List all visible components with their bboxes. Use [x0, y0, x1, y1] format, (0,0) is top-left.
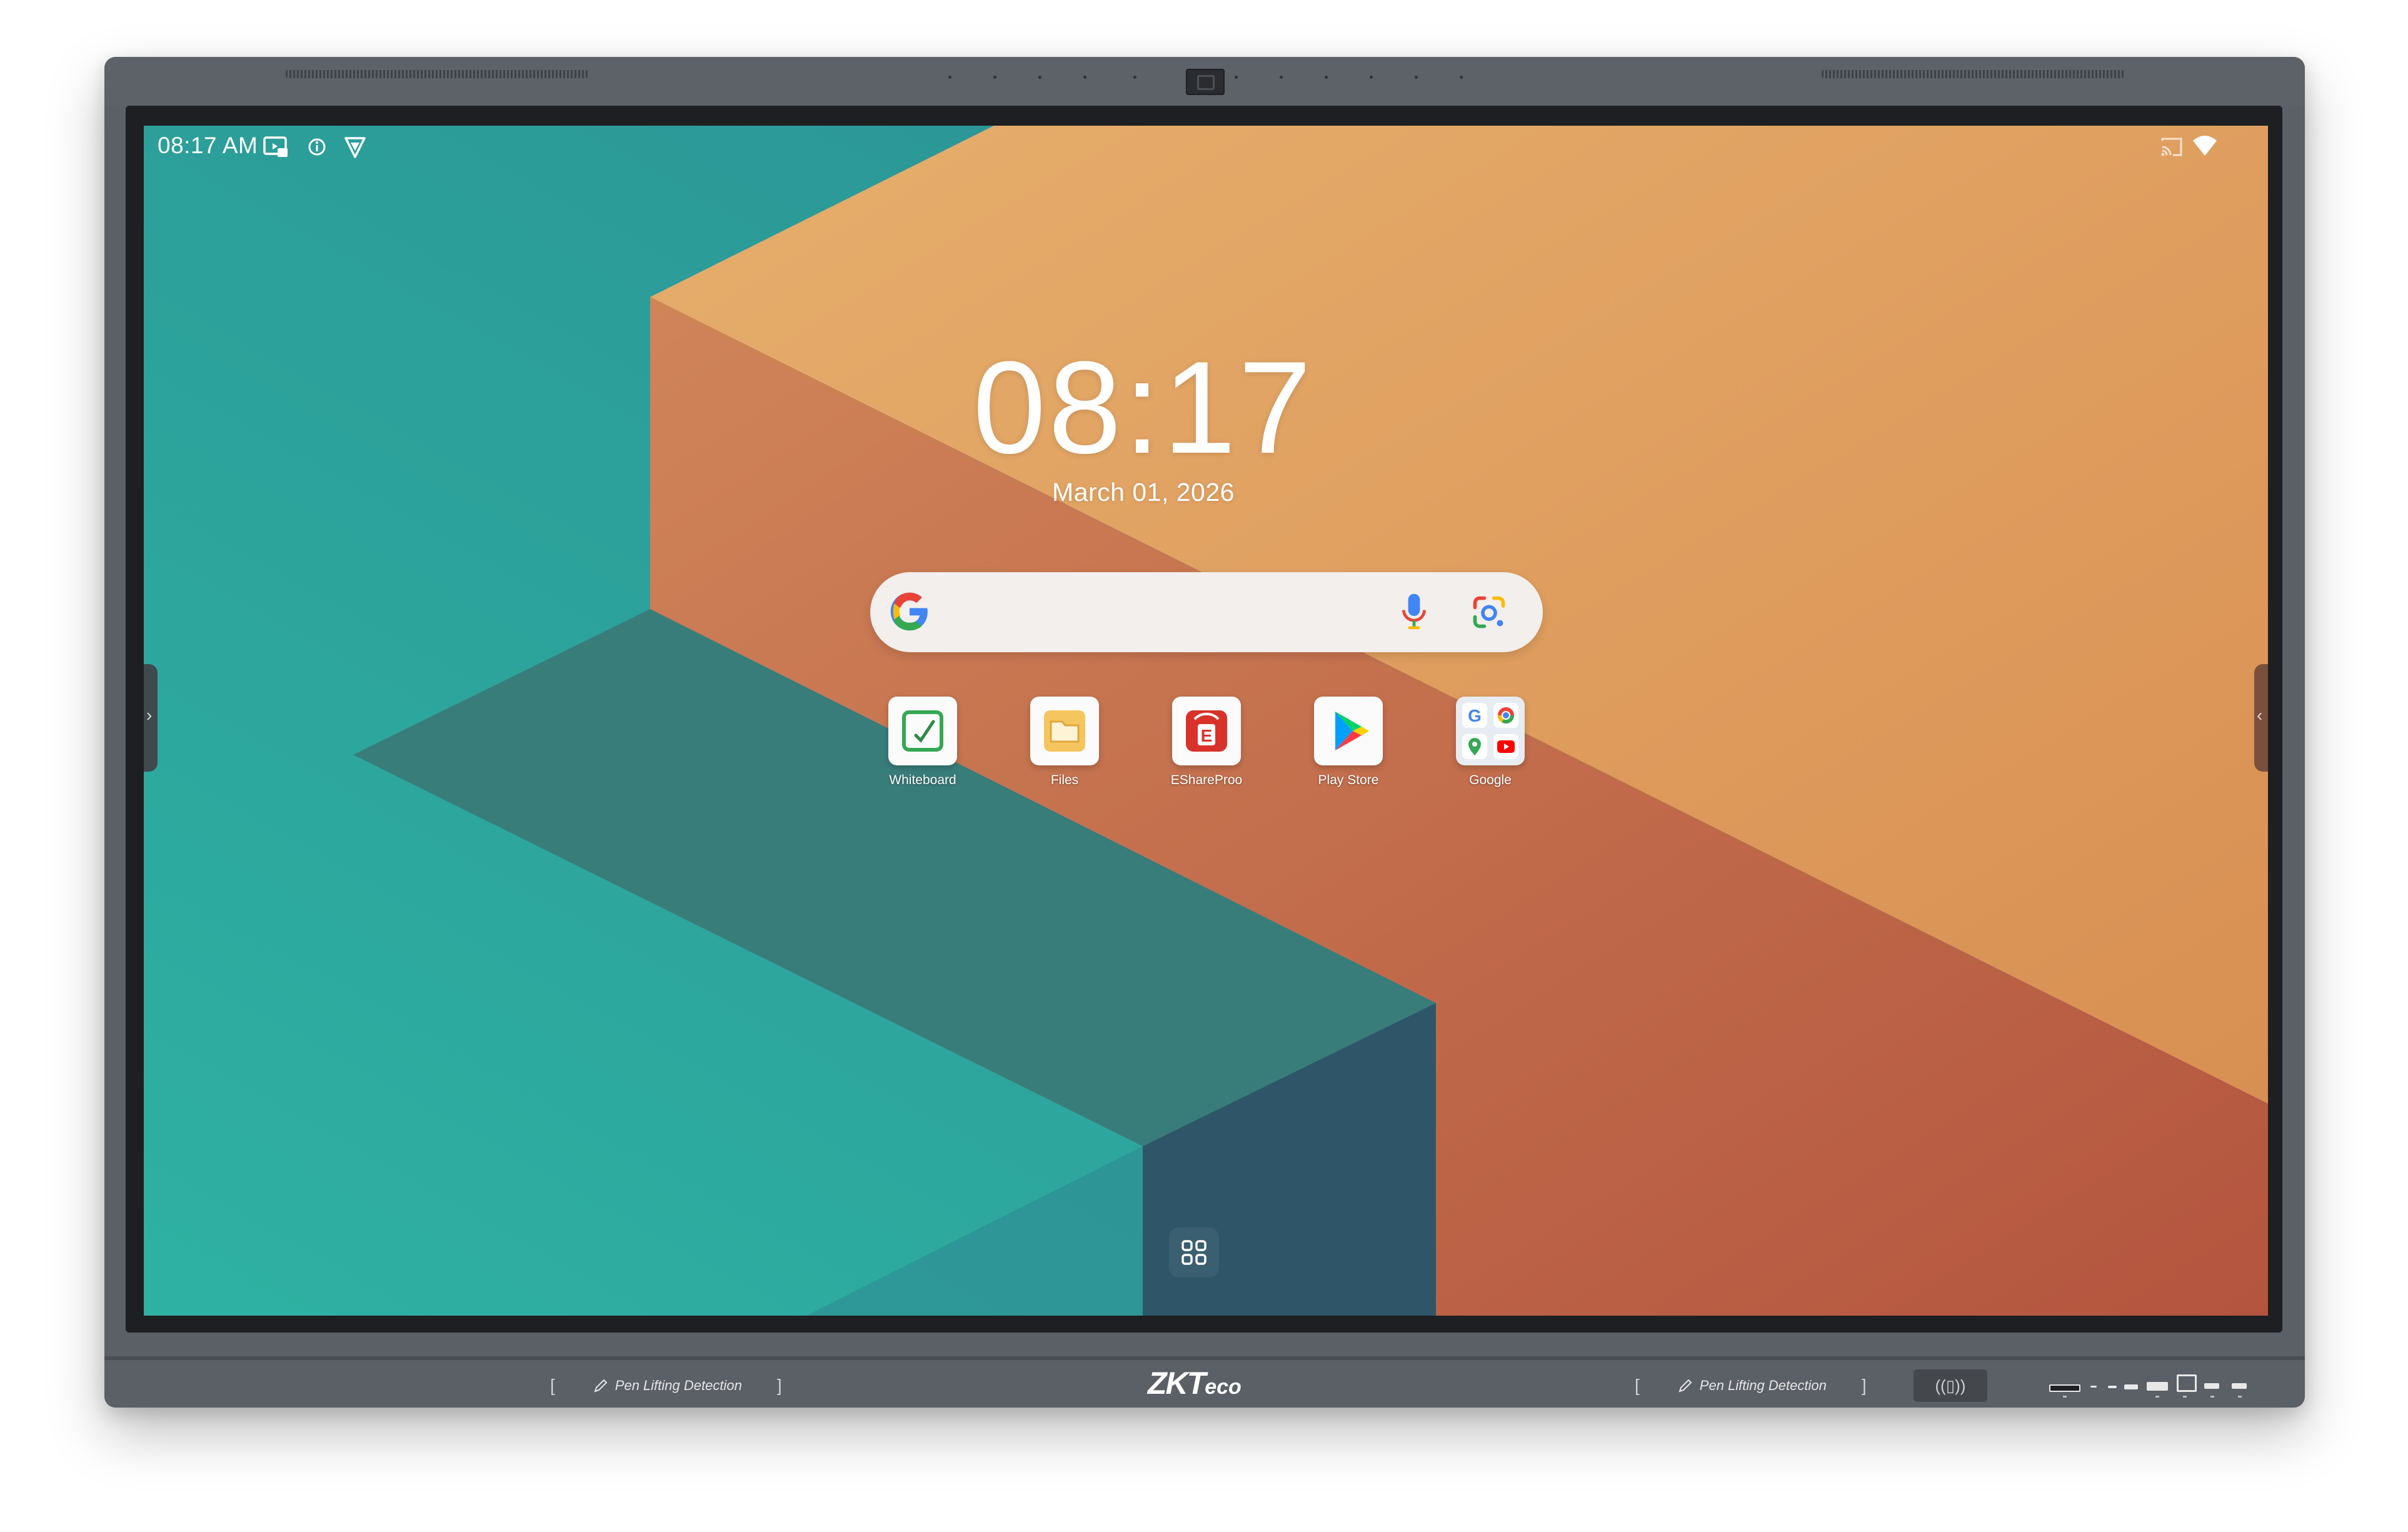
pen-lifting-detection-right: [ Pen Lifting Detection ] [1635, 1376, 1867, 1395]
app-label: EShareProo [1170, 773, 1243, 787]
app-google-folder[interactable]: G Google [1440, 697, 1540, 788]
app-whiteboard[interactable]: Whiteboard [873, 697, 973, 788]
top-bezel [104, 57, 2305, 106]
google-g-icon [890, 592, 928, 631]
webcam [1186, 69, 1225, 95]
whiteboard-icon [888, 697, 957, 765]
files-icon [1030, 697, 1099, 765]
microphone-array [948, 76, 1573, 82]
right-side-menu-handle[interactable]: ‹ [2254, 664, 2268, 772]
shield-icon [343, 134, 368, 159]
pen-icon [1678, 1379, 1692, 1393]
status-time: 08:17 AM [158, 133, 258, 158]
home-clock[interactable]: 08:17 [956, 332, 1331, 483]
zkteco-logo: ZKTeco [1148, 1366, 1242, 1401]
cast-icon [2159, 134, 2184, 159]
status-bar: 08:17 AM [144, 126, 2268, 169]
front-io-ports [2049, 1374, 2262, 1402]
chevron-left-icon: ‹ [2257, 705, 2263, 725]
app-label: Google [1469, 773, 1512, 787]
app-files[interactable]: Files [1015, 697, 1115, 788]
app-label: Play Store [1318, 773, 1379, 787]
home-date: March 01, 2026 [1052, 478, 1235, 506]
pen-lifting-label: Pen Lifting Detection [615, 1378, 742, 1393]
app-drawer-icon [1181, 1240, 1207, 1265]
google-search-bar[interactable] [870, 572, 1543, 652]
microphone-icon[interactable] [1398, 591, 1430, 632]
app-drawer-button[interactable] [1169, 1227, 1219, 1278]
pen-lifting-label: Pen Lifting Detection [1699, 1378, 1827, 1393]
google-lens-icon[interactable] [1470, 593, 1508, 631]
info-icon [306, 134, 328, 159]
eshare-icon: E [1172, 697, 1241, 765]
pen-lifting-detection-left: [ Pen Lifting Detection ] [550, 1376, 782, 1395]
google-folder-icon: G [1456, 697, 1525, 765]
svg-text:E: E [1201, 726, 1213, 745]
screen-share-icon [263, 134, 290, 159]
app-label: Whiteboard [889, 773, 956, 787]
nfc-reader: ((▯)) [1914, 1369, 1987, 1402]
left-side-menu-handle[interactable]: › [144, 664, 158, 772]
wifi-icon [2192, 134, 2218, 159]
pen-icon [594, 1379, 608, 1393]
android-home-screen: 08:17 AM 08:17 March 01, 2026 Whiteboard… [144, 126, 2268, 1316]
app-play-store[interactable]: Play Store [1298, 697, 1398, 788]
right-speaker-grille [1822, 70, 2124, 78]
left-speaker-grille [286, 70, 588, 78]
play-store-icon [1314, 697, 1383, 765]
chevron-right-icon: › [146, 705, 153, 725]
svg-text:G: G [1468, 706, 1482, 725]
app-esharepro[interactable]: E EShareProo [1156, 697, 1257, 788]
app-label: Files [1050, 773, 1079, 787]
